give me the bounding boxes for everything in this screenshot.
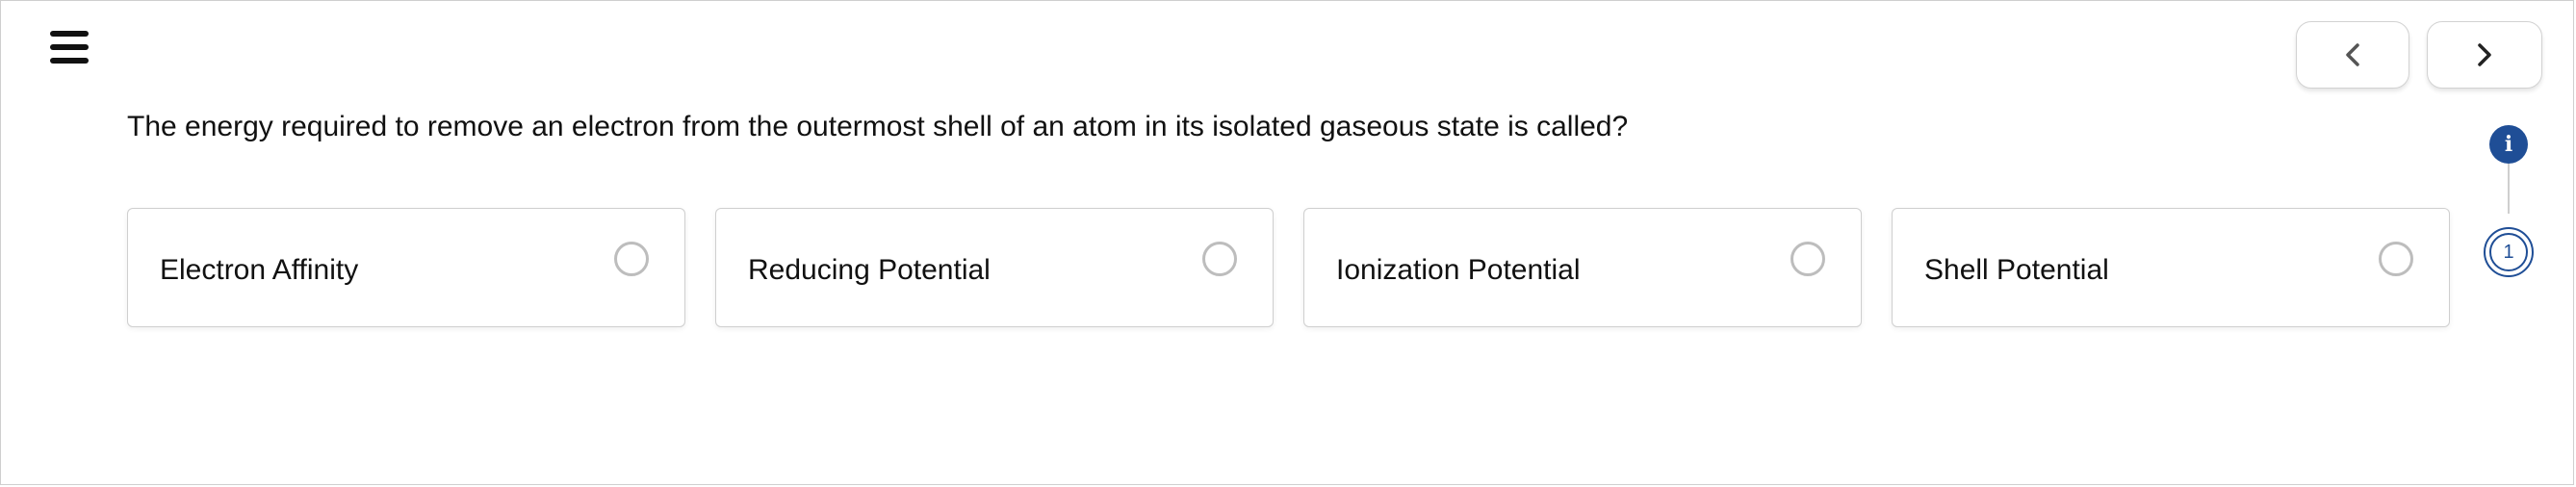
info-icon[interactable]: i <box>2489 125 2528 164</box>
radio-button[interactable] <box>1202 242 1237 276</box>
radio-button[interactable] <box>2379 242 2413 276</box>
previous-button[interactable] <box>2296 21 2409 89</box>
option-reducing-potential[interactable]: Reducing Potential <box>715 208 1274 327</box>
radio-button[interactable] <box>1790 242 1825 276</box>
progress-connector <box>2508 164 2510 214</box>
option-ionization-potential[interactable]: Ionization Potential <box>1303 208 1862 327</box>
option-label: Shell Potential <box>1924 254 2109 286</box>
next-button[interactable] <box>2427 21 2542 89</box>
hamburger-menu-icon[interactable] <box>50 29 89 67</box>
option-shell-potential[interactable]: Shell Potential <box>1892 208 2450 327</box>
chevron-left-icon <box>2346 43 2359 66</box>
progress-step-current[interactable]: 1 <box>2484 227 2534 277</box>
progress-step-number: 1 <box>2489 233 2528 271</box>
option-electron-affinity[interactable]: Electron Affinity <box>127 208 685 327</box>
option-label: Electron Affinity <box>160 254 359 286</box>
chevron-right-icon <box>2478 43 2491 66</box>
question-text: The energy required to remove an electro… <box>127 111 1629 142</box>
option-label: Reducing Potential <box>748 254 991 286</box>
radio-button[interactable] <box>614 242 649 276</box>
option-label: Ionization Potential <box>1336 254 1581 286</box>
